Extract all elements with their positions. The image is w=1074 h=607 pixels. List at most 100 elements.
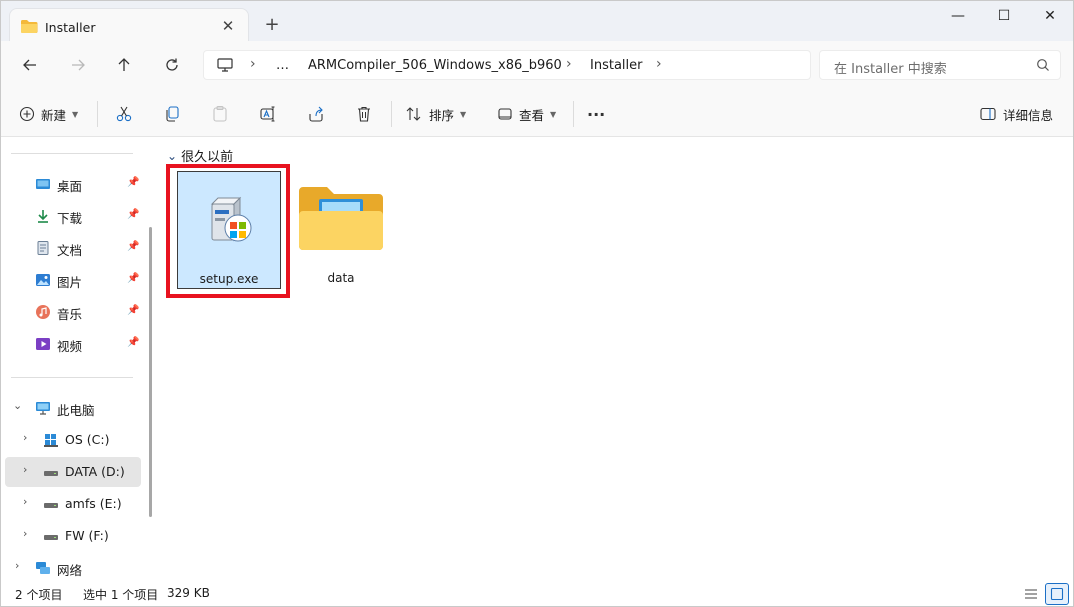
sidebar-item-label: DATA (D:): [65, 464, 125, 479]
sidebar-item-drive-d[interactable]: › DATA (D:): [5, 457, 141, 487]
tile-view-icon: [1050, 587, 1064, 601]
minimize-button[interactable]: —: [935, 1, 981, 33]
sidebar-item-desktop[interactable]: 桌面 📌: [1, 169, 141, 199]
navigation-pane: 桌面 📌 下载 📌 文档 📌 图片 📌 音乐 📌 视频 📌 ⌄ 此电脑 › OS…: [1, 138, 159, 581]
sidebar-item-drive-c[interactable]: › OS (C:): [1, 425, 141, 455]
delete-button[interactable]: [355, 101, 373, 127]
large-icons-view-button[interactable]: [1045, 583, 1069, 605]
copy-icon: [166, 106, 179, 122]
file-name: data: [327, 271, 355, 285]
breadcrumb-armcompiler[interactable]: ARMCompiler_506_Windows_x86_b960: [308, 58, 562, 73]
file-name: setup.exe: [199, 272, 259, 286]
chevron-right-icon[interactable]: ›: [23, 495, 27, 508]
tab-close-button[interactable]: ✕: [218, 16, 238, 36]
sort-button[interactable]: 排序 ▼: [405, 101, 466, 127]
sidebar-item-label: 下载: [57, 211, 83, 226]
copy-button[interactable]: [163, 101, 181, 127]
chevron-right-icon[interactable]: ›: [23, 463, 27, 476]
sort-label: 排序: [429, 107, 455, 123]
tab-title: Installer: [45, 20, 96, 35]
more-options-button[interactable]: ···: [587, 101, 605, 127]
sidebar-item-this-pc[interactable]: ⌄ 此电脑: [1, 393, 141, 423]
chevron-right-icon: ›: [566, 56, 572, 72]
sidebar-item-drive-f[interactable]: › FW (F:): [1, 521, 141, 551]
chevron-down-icon: ▼: [72, 109, 79, 119]
details-view-button[interactable]: [1019, 583, 1043, 605]
breadcrumb-installer[interactable]: Installer: [590, 58, 642, 73]
toolbar-divider: [97, 101, 98, 127]
sidebar-item-documents[interactable]: 文档 📌: [1, 233, 141, 263]
file-explorer-window: Installer ✕ + — ☐ ✕ › … ARMCompiler_506_…: [0, 0, 1074, 607]
sidebar-item-videos[interactable]: 视频 📌: [1, 329, 141, 359]
arrow-left-icon: [23, 59, 36, 71]
video-icon: [35, 336, 51, 355]
computer-icon: [35, 400, 51, 419]
pin-icon[interactable]: 📌: [127, 273, 139, 284]
file-list: ⌄ 很久以前 setup.exe data: [159, 138, 1073, 581]
scissors-icon: [116, 106, 132, 122]
breadcrumb-overflow[interactable]: …: [276, 58, 289, 73]
new-tab-button[interactable]: +: [261, 14, 283, 36]
view-label: 查看: [519, 107, 545, 123]
cut-button[interactable]: [115, 101, 133, 127]
drive-icon: [43, 531, 59, 545]
folder-icon: [20, 19, 38, 37]
arrow-up-icon: [118, 58, 130, 71]
file-item-setup-exe[interactable]: setup.exe: [177, 171, 281, 289]
picture-icon: [35, 272, 51, 291]
paste-button[interactable]: [211, 101, 229, 127]
search-input[interactable]: 在 Installer 中搜索: [834, 58, 947, 77]
sidebar-item-drive-e[interactable]: › amfs (E:): [1, 489, 141, 519]
sidebar-item-label: 音乐: [57, 307, 83, 322]
search-box[interactable]: 在 Installer 中搜索: [819, 50, 1061, 80]
back-button[interactable]: [15, 51, 45, 79]
clipboard-icon: [213, 105, 227, 122]
sidebar-item-music[interactable]: 音乐 📌: [1, 297, 141, 327]
desktop-icon: [35, 176, 51, 195]
sidebar-item-network[interactable]: › 网络: [1, 553, 141, 583]
chevron-down-icon[interactable]: ⌄: [13, 399, 22, 412]
command-bar: 新建 ▼ 排序 ▼ 查看 ▼ ··· 详细信息: [1, 89, 1073, 137]
group-header[interactable]: ⌄ 很久以前: [167, 146, 233, 166]
chevron-right-icon[interactable]: ›: [656, 56, 662, 72]
sidebar-item-pictures[interactable]: 图片 📌: [1, 265, 141, 295]
chevron-right-icon[interactable]: ›: [15, 559, 19, 572]
up-button[interactable]: [109, 51, 139, 79]
maximize-button[interactable]: ☐: [981, 1, 1027, 33]
document-icon: [35, 240, 51, 259]
view-button[interactable]: 查看 ▼: [497, 101, 556, 127]
new-button[interactable]: 新建 ▼: [19, 101, 78, 127]
pin-icon[interactable]: 📌: [127, 337, 139, 348]
sidebar-divider: [11, 153, 133, 154]
path-box[interactable]: › … ARMCompiler_506_Windows_x86_b960 › I…: [203, 50, 811, 80]
sidebar-scrollbar[interactable]: [149, 227, 152, 517]
chevron-down-icon: ⌄: [167, 148, 178, 163]
view-icon: [498, 108, 512, 120]
sidebar-divider: [11, 377, 133, 378]
chevron-right-icon[interactable]: ›: [23, 527, 27, 540]
pin-icon[interactable]: 📌: [127, 209, 139, 220]
pin-icon[interactable]: 📌: [127, 241, 139, 252]
pin-icon[interactable]: 📌: [127, 305, 139, 316]
chevron-down-icon: ▼: [460, 109, 467, 119]
forward-button[interactable]: [63, 51, 93, 79]
refresh-button[interactable]: [157, 51, 187, 79]
file-item-data-folder[interactable]: data: [289, 171, 393, 289]
close-button[interactable]: ✕: [1027, 1, 1073, 33]
details-pane-button[interactable]: 详细信息: [979, 101, 1053, 127]
sidebar-item-downloads[interactable]: 下载 📌: [1, 201, 141, 231]
status-bar: 2 个项目 选中 1 个项目 329 KB: [1, 581, 1073, 606]
share-icon: [309, 106, 323, 122]
chevron-right-icon[interactable]: ›: [23, 431, 27, 444]
share-button[interactable]: [307, 101, 325, 127]
selection-size: 329 KB: [167, 586, 210, 600]
rename-button[interactable]: [259, 101, 277, 127]
details-pane-icon: [980, 107, 996, 121]
pin-icon[interactable]: 📌: [127, 177, 139, 188]
list-view-icon: [1025, 589, 1037, 599]
sidebar-item-label: amfs (E:): [65, 496, 122, 511]
sidebar-item-label: OS (C:): [65, 432, 110, 447]
sidebar-item-label: 网络: [57, 563, 83, 578]
search-icon: [1036, 58, 1050, 75]
network-icon: [35, 560, 51, 579]
